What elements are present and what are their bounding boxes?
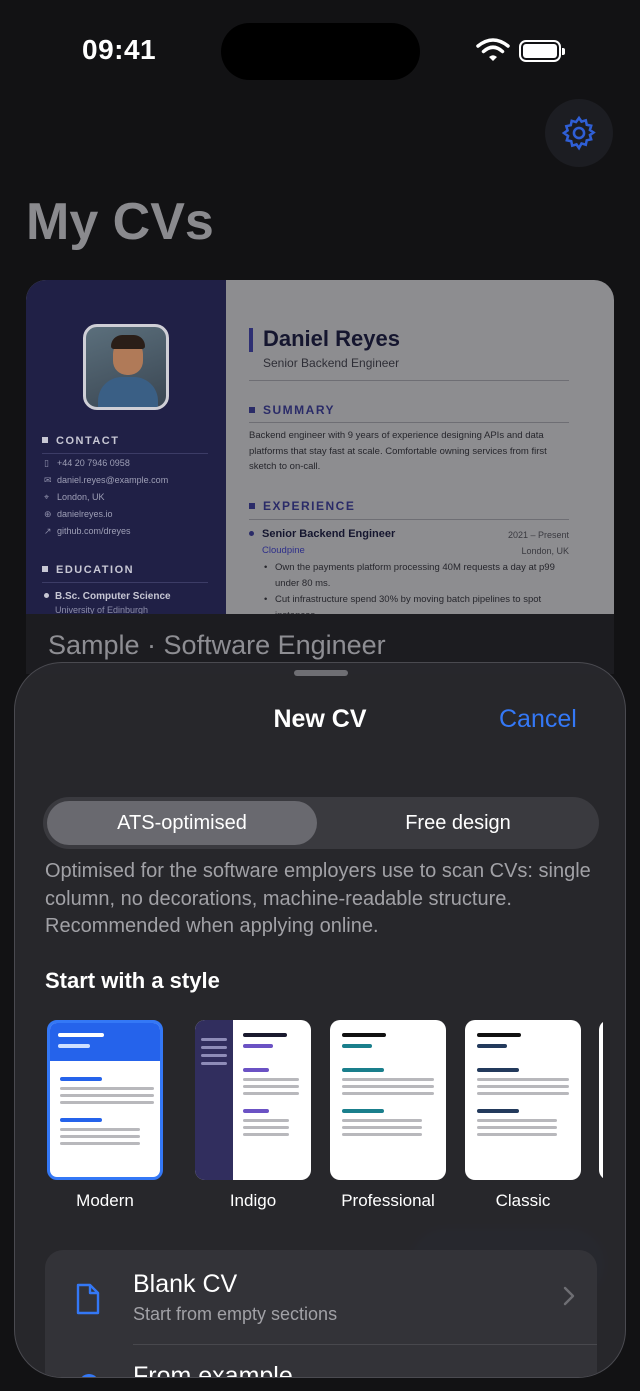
- contact-website: ⊕ danielreyes.io: [44, 509, 113, 520]
- dynamic-island: [221, 23, 420, 80]
- email-text: daniel.reyes@example.com: [57, 475, 169, 485]
- phone-icon: ▯: [44, 458, 49, 468]
- settings-button[interactable]: [545, 99, 613, 167]
- cv-sidebar: CONTACT ▯ +44 20 7946 0958 ✉ daniel.reyes@…: [26, 280, 226, 614]
- style-label: Modern: [76, 1191, 134, 1210]
- job-bullet: Own the payments platform processing 40M…: [262, 560, 572, 591]
- template-type-segmented-control: ATS-optimised Free design: [43, 797, 599, 849]
- style-label: Classic: [495, 1191, 551, 1210]
- profile-photo: [83, 324, 169, 410]
- document-icon: [76, 1283, 100, 1315]
- github-text: github.com/dreyes: [57, 526, 131, 536]
- style-thumbnail-modern[interactable]: [47, 1020, 163, 1180]
- cv-role: Senior Backend Engineer: [263, 356, 400, 370]
- style-label: Professional: [341, 1191, 435, 1210]
- globe-icon: ⊕: [44, 509, 52, 519]
- status-bar: 09:41: [0, 0, 640, 100]
- education-school: University of Edinburgh: [55, 605, 149, 614]
- style-thumbnail-more[interactable]: [599, 1020, 603, 1180]
- style-thumbnail-classic[interactable]: [465, 1020, 581, 1180]
- new-cv-sheet: New CV Cancel ATS-optimised Free design …: [14, 662, 626, 1378]
- mail-icon: ✉: [44, 475, 52, 485]
- job-location: London, UK: [521, 546, 569, 556]
- segment-free-design[interactable]: Free design: [321, 801, 595, 845]
- website-text: danielreyes.io: [57, 509, 113, 519]
- cancel-button[interactable]: Cancel: [499, 705, 577, 734]
- contact-email: ✉ daniel.reyes@example.com: [44, 475, 168, 486]
- location-text: London, UK: [57, 492, 105, 502]
- link-icon: ↗: [44, 526, 52, 536]
- battery-icon: [519, 40, 565, 62]
- gear-icon: [561, 115, 596, 151]
- job-title: Senior Backend Engineer: [249, 528, 395, 540]
- divider: [42, 582, 208, 583]
- job-bullet: Cut infrastructure spend 30% by moving b…: [262, 592, 572, 614]
- job-company: Cloudpine: [262, 545, 305, 556]
- job-dates: 2021 – Present: [507, 530, 569, 540]
- contact-phone: ▯ +44 20 7946 0958: [44, 458, 130, 469]
- style-carousel[interactable]: Modern Indigo Professional Classic: [47, 1020, 603, 1220]
- create-options-list: Blank CV Start from empty sections From …: [45, 1250, 597, 1378]
- option-subtitle: Start from empty sections: [133, 1304, 338, 1324]
- cv-main-column: Daniel Reyes Senior Backend Engineer SUM…: [248, 280, 614, 614]
- page-title: My CVs: [26, 193, 214, 251]
- chevron-right-icon: [563, 1286, 575, 1306]
- phone-text: +44 20 7946 0958: [57, 458, 130, 468]
- status-time: 09:41: [82, 34, 157, 65]
- contact-heading: CONTACT: [42, 435, 119, 447]
- wifi-icon: [476, 38, 510, 61]
- segment-ats-optimised[interactable]: ATS-optimised: [47, 801, 317, 845]
- education-heading: EDUCATION: [42, 564, 134, 576]
- cv-name: Daniel Reyes: [263, 326, 400, 351]
- style-thumbnail-professional[interactable]: [330, 1020, 446, 1180]
- divider: [249, 422, 569, 423]
- style-label: Indigo: [229, 1191, 277, 1210]
- education-degree: B.Sc. Computer Science: [44, 591, 171, 602]
- template-description: Optimised for the software employers use…: [45, 860, 591, 937]
- contact-github: ↗ github.com/dreyes: [44, 526, 131, 537]
- cv-preview-card[interactable]: CONTACT ▯ +44 20 7946 0958 ✉ daniel.reyes@…: [26, 280, 614, 614]
- name-accent-bar: [249, 328, 253, 352]
- option-title: From example: [133, 1362, 293, 1378]
- divider: [249, 380, 569, 381]
- option-title: Blank CV: [133, 1270, 238, 1298]
- divider: [249, 519, 569, 520]
- styles-heading: Start with a style: [45, 968, 220, 993]
- cv-card-title: Sample · Software Engineer: [48, 630, 386, 660]
- from-example-option[interactable]: From example: [45, 1345, 597, 1378]
- summary-heading: SUMMARY: [249, 403, 335, 417]
- pin-icon: ⌖: [44, 492, 50, 502]
- sparkle-icon: [79, 1374, 99, 1377]
- divider: [42, 453, 208, 454]
- sheet-grabber[interactable]: [294, 670, 348, 676]
- thumb-header: [50, 1023, 160, 1061]
- contact-location: ⌖ London, UK: [44, 492, 105, 503]
- style-thumbnail-indigo[interactable]: [195, 1020, 311, 1180]
- experience-heading: EXPERIENCE: [249, 499, 355, 513]
- summary-text: Backend engineer with 9 years of experie…: [249, 430, 547, 472]
- blank-cv-option[interactable]: Blank CV Start from empty sections: [45, 1250, 597, 1344]
